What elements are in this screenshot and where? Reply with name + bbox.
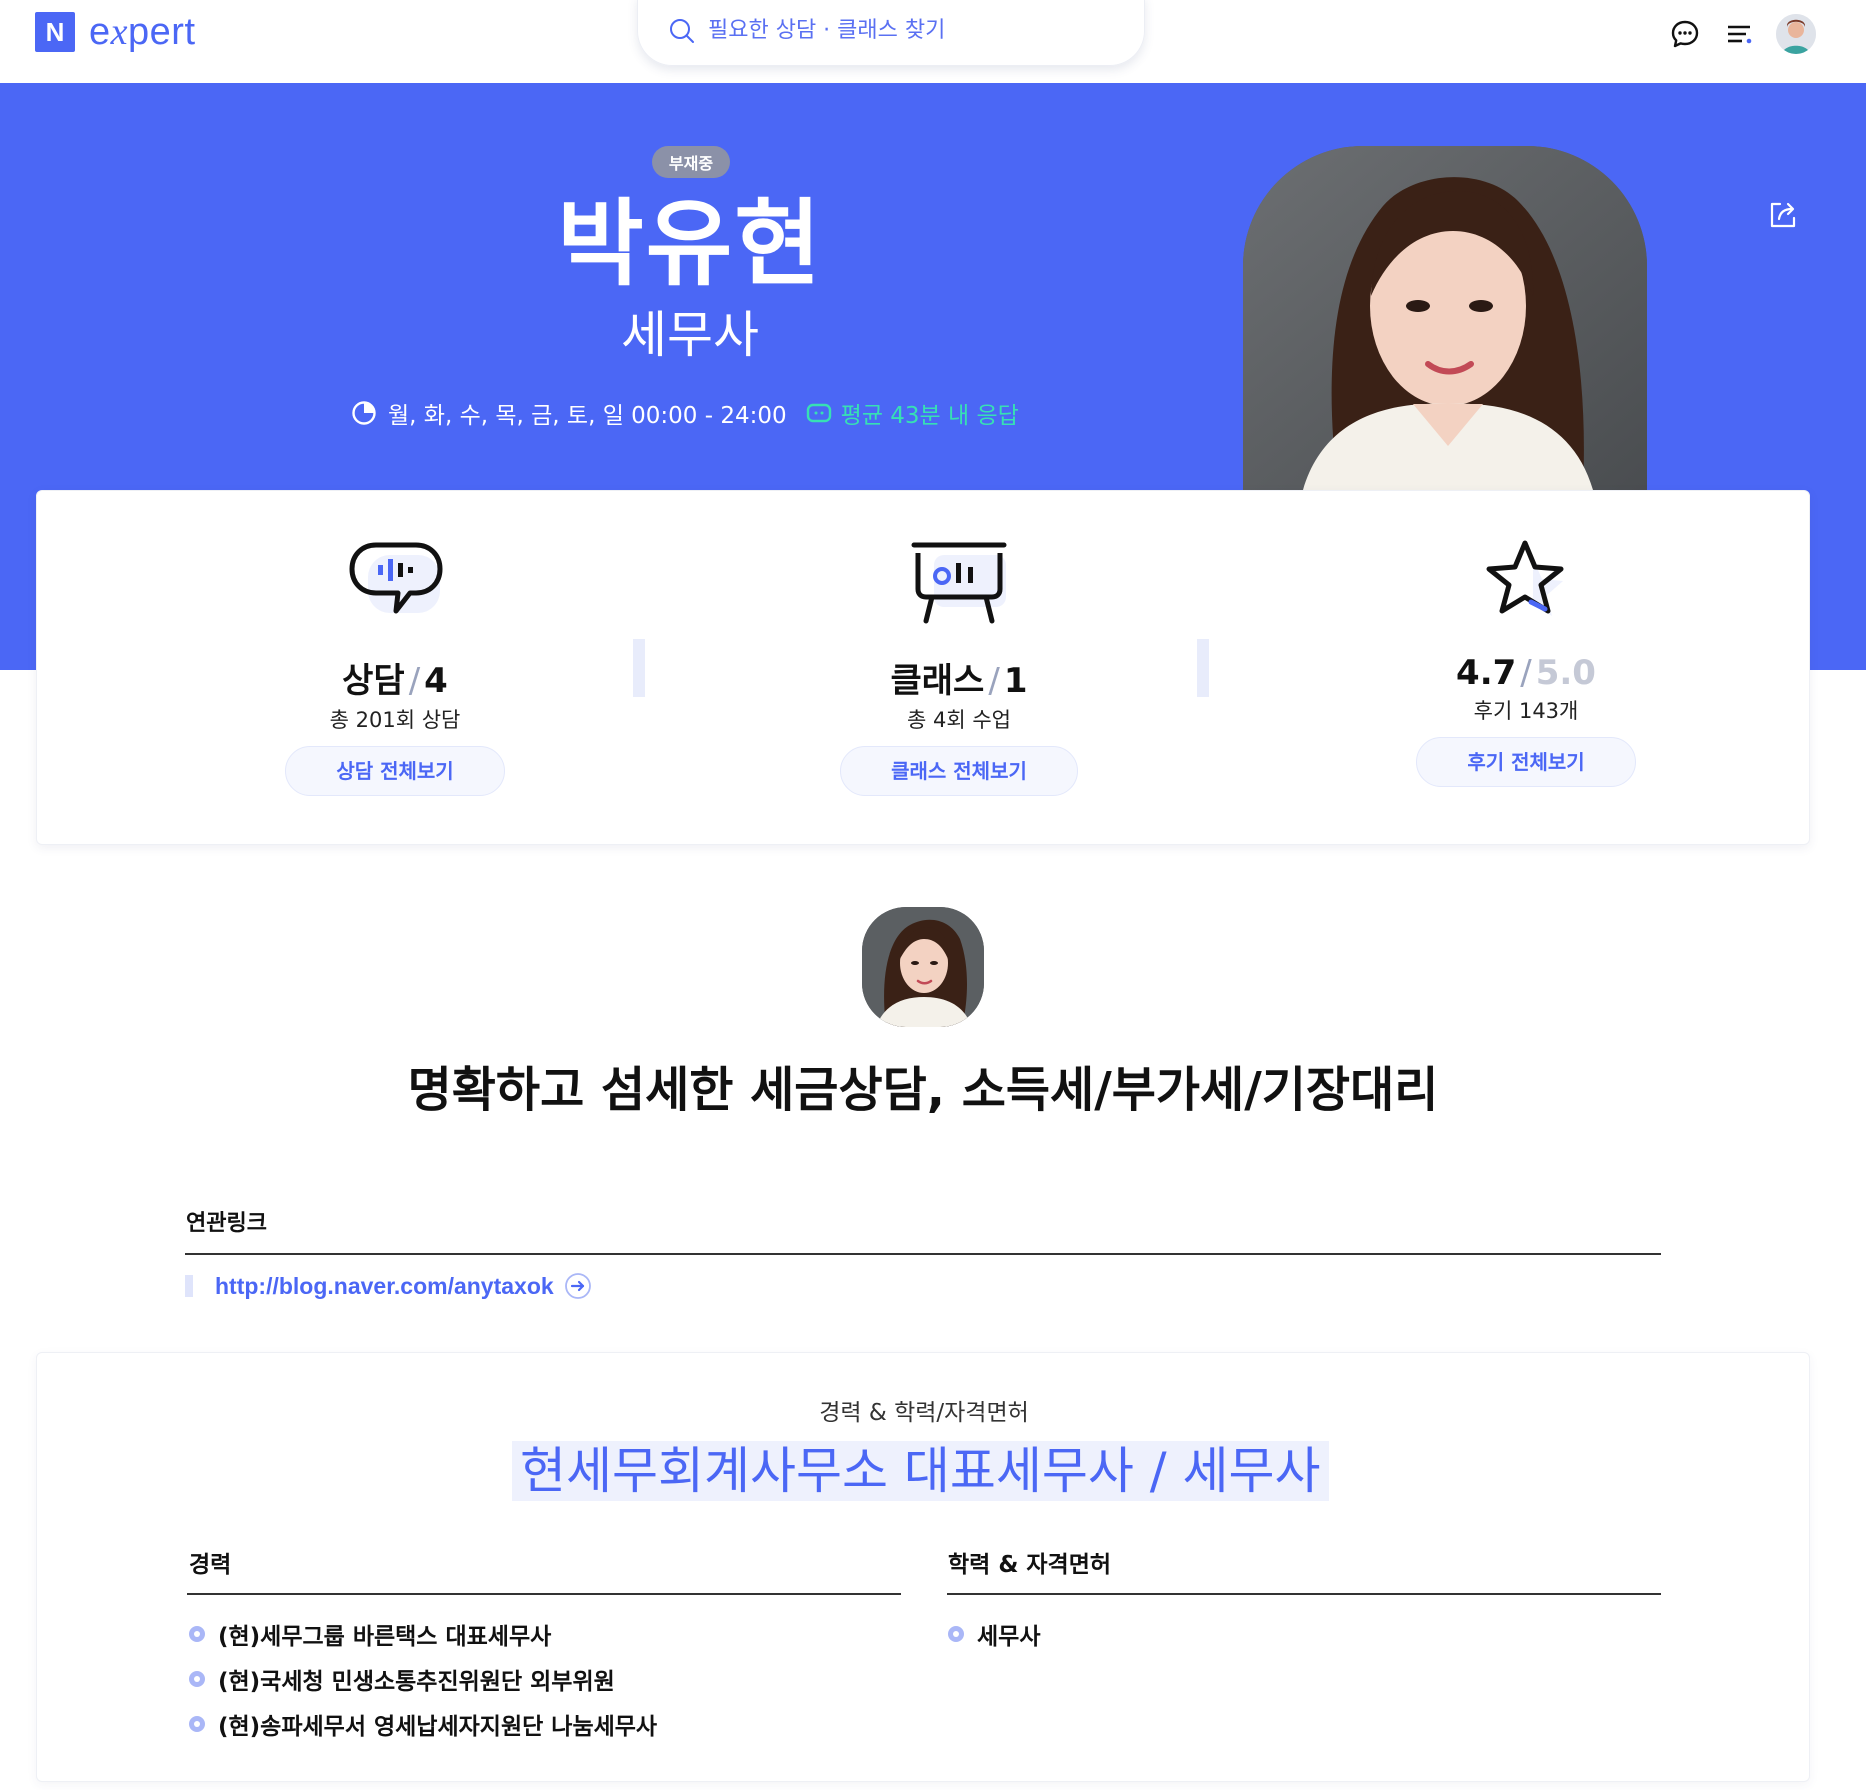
top-navigation-bar: N expert bbox=[0, 0, 1866, 83]
experience-item: (현)국세청 민생소통추진위원단 외부위원 bbox=[189, 1656, 657, 1701]
profile-headline: 명확하고 섬세한 세금상담, 소득세/부가세/기장대리 bbox=[407, 1062, 1439, 1118]
response-time: 평균 43분 내 응답 bbox=[805, 396, 1019, 430]
experience-item: (현)송파세무서 영세납세자지원단 나눔세무사 bbox=[189, 1701, 657, 1746]
bullet-icon bbox=[189, 1715, 205, 1732]
class-title: 클래스/1 bbox=[890, 661, 1028, 701]
consult-chat-icon bbox=[195, 539, 595, 649]
stat-divider bbox=[633, 639, 645, 697]
section-divider bbox=[185, 1253, 1661, 1255]
blog-link[interactable]: http://blog.naver.com/anytaxok bbox=[215, 1273, 554, 1300]
experience-divider bbox=[187, 1593, 901, 1595]
consult-total: 총 201회 상담 bbox=[329, 708, 461, 732]
expert-profession: 세무사 bbox=[621, 306, 759, 364]
search-bar[interactable] bbox=[637, 0, 1145, 66]
bullet-icon bbox=[948, 1625, 964, 1642]
response-chat-icon bbox=[805, 399, 833, 427]
bullet-icon bbox=[189, 1670, 205, 1687]
profile-thumbnail bbox=[862, 907, 984, 1027]
arrow-right-icon[interactable] bbox=[564, 1272, 592, 1300]
class-board-icon bbox=[759, 539, 1159, 649]
review-count: 후기 143개 bbox=[1473, 699, 1579, 723]
consult-title: 상담/4 bbox=[342, 661, 448, 701]
expert-logo-text: expert bbox=[89, 11, 196, 53]
consult-stat: 상담/4 총 201회 상담 상담 전체보기 bbox=[195, 491, 595, 796]
experience-title: 경력 bbox=[189, 1552, 232, 1578]
clock-icon bbox=[350, 399, 378, 427]
profile-photo bbox=[1243, 146, 1647, 490]
career-main-title: 현세무회계사무소 대표세무사 / 세무사 bbox=[512, 1441, 1329, 1501]
share-icon[interactable] bbox=[1766, 198, 1800, 232]
response-time-text: 평균 43분 내 응답 bbox=[840, 403, 1019, 429]
chat-icon[interactable] bbox=[1668, 17, 1702, 51]
expert-name: 박유현 bbox=[557, 190, 823, 299]
review-score: 4.7/5.0 bbox=[1456, 653, 1596, 693]
stat-divider bbox=[1197, 639, 1209, 697]
naver-logo-mark: N bbox=[35, 12, 75, 52]
education-item: 세무사 bbox=[948, 1611, 1040, 1656]
search-icon bbox=[668, 16, 698, 46]
education-title: 학력 & 자격면허 bbox=[948, 1552, 1112, 1578]
user-avatar[interactable] bbox=[1776, 14, 1816, 54]
menu-icon[interactable] bbox=[1722, 17, 1756, 51]
top-actions bbox=[1668, 14, 1816, 54]
star-icon bbox=[1326, 539, 1726, 649]
stats-card: 상담/4 총 201회 상담 상담 전체보기 클래스/1 총 4회 수업 클래스… bbox=[36, 490, 1810, 845]
experience-list: (현)세무그룹 바른택스 대표세무사 (현)국세청 민생소통추진위원단 외부위원… bbox=[189, 1611, 657, 1746]
search-input[interactable] bbox=[708, 18, 1108, 43]
education-divider bbox=[947, 1593, 1661, 1595]
review-stat: 4.7/5.0 후기 143개 후기 전체보기 bbox=[1326, 491, 1726, 787]
expert-logo[interactable]: N expert bbox=[35, 11, 196, 53]
business-hours: 월, 화, 수, 목, 금, 토, 일 00:00 - 24:00 bbox=[388, 403, 787, 429]
link-marker bbox=[185, 1275, 193, 1297]
view-all-classes-button[interactable]: 클래스 전체보기 bbox=[840, 746, 1078, 796]
view-all-reviews-button[interactable]: 후기 전체보기 bbox=[1416, 737, 1636, 787]
class-stat: 클래스/1 총 4회 수업 클래스 전체보기 bbox=[759, 491, 1159, 796]
career-card: 경력 & 학력/자격면허 현세무회계사무소 대표세무사 / 세무사 경력 (현)… bbox=[36, 1352, 1810, 1782]
experience-item: (현)세무그룹 바른택스 대표세무사 bbox=[189, 1611, 657, 1656]
related-links-title: 연관링크 bbox=[186, 1211, 267, 1236]
bullet-icon bbox=[189, 1625, 205, 1642]
availability-row: 월, 화, 수, 목, 금, 토, 일 00:00 - 24:00 평균 43분… bbox=[350, 396, 1019, 430]
career-subtitle: 경력 & 학력/자격면허 bbox=[819, 1400, 1029, 1426]
education-list: 세무사 bbox=[948, 1611, 1040, 1656]
related-link-item[interactable]: http://blog.naver.com/anytaxok bbox=[185, 1272, 592, 1300]
class-total: 총 4회 수업 bbox=[907, 708, 1011, 732]
view-all-consults-button[interactable]: 상담 전체보기 bbox=[285, 746, 505, 796]
